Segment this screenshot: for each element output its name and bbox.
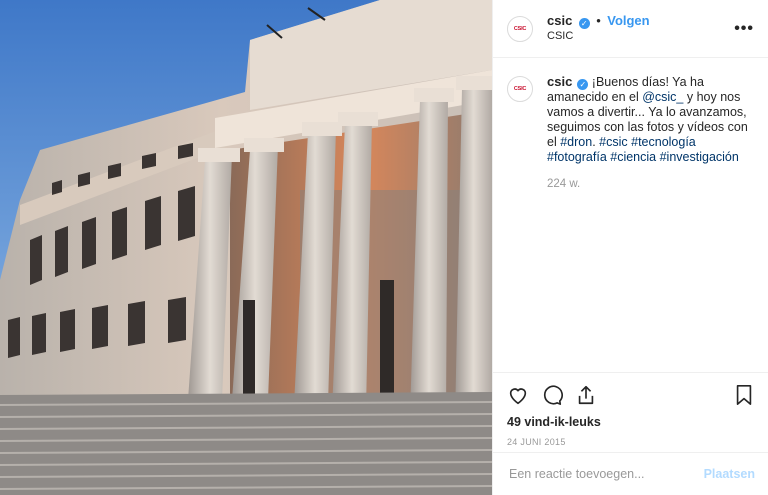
- building-photo: [0, 0, 492, 495]
- post-sidebar: CSIC csic ✓ • Volgen CSIC ••• CSIC csic ✓…: [492, 0, 768, 495]
- hashtag-link[interactable]: #investigación: [660, 150, 739, 164]
- avatar-logo: CSIC: [513, 86, 527, 92]
- hashtag-link[interactable]: #fotografía: [547, 150, 607, 164]
- heart-icon[interactable]: [507, 384, 529, 406]
- caption-part: .: [592, 135, 596, 149]
- add-comment-bar: Plaatsen: [493, 452, 768, 495]
- post-comment-button[interactable]: Plaatsen: [704, 467, 755, 481]
- share-icon[interactable]: [575, 384, 597, 406]
- post-header: CSIC csic ✓ • Volgen CSIC •••: [493, 0, 768, 58]
- verified-badge-icon: ✓: [578, 18, 590, 29]
- hashtag-link[interactable]: #tecnología: [631, 135, 696, 149]
- hashtag-link[interactable]: #ciencia: [610, 150, 656, 164]
- header-text: csic ✓ • Volgen CSIC: [547, 14, 734, 43]
- verified-badge-icon: ✓: [577, 79, 589, 90]
- separator-dot: •: [596, 13, 601, 28]
- comment-icon[interactable]: [541, 384, 563, 406]
- comment-input[interactable]: [507, 466, 704, 482]
- avatar-logo: CSIC: [513, 25, 527, 32]
- avatar[interactable]: CSIC: [507, 15, 533, 42]
- instagram-post-view: CSIC csic ✓ • Volgen CSIC ••• CSIC csic ✓…: [0, 0, 768, 495]
- mention-link[interactable]: @csic_: [642, 90, 683, 104]
- caption-comment: CSIC csic ✓ ¡Buenos días! Ya ha amanecido…: [493, 58, 768, 192]
- post-photo[interactable]: [0, 0, 492, 495]
- follow-button[interactable]: Volgen: [607, 13, 649, 28]
- avatar[interactable]: CSIC: [507, 76, 533, 102]
- bookmark-icon[interactable]: [733, 384, 755, 406]
- action-icons: [507, 381, 755, 409]
- location-link[interactable]: CSIC: [547, 29, 734, 43]
- post-date[interactable]: 24 JUNI 2015: [507, 437, 755, 447]
- hashtag-link[interactable]: #csic: [599, 135, 627, 149]
- caption-text: csic ✓ ¡Buenos días! Ya ha amanecido en e…: [547, 74, 754, 192]
- likes-count[interactable]: 49 vind-ik-leuks: [507, 415, 755, 429]
- hashtag-link[interactable]: #dron: [560, 135, 592, 149]
- username-link[interactable]: csic: [547, 13, 572, 28]
- more-options-icon[interactable]: •••: [734, 20, 754, 38]
- caption-username-link[interactable]: csic: [547, 74, 572, 89]
- post-age[interactable]: 224 w.: [547, 177, 754, 192]
- action-bar: 49 vind-ik-leuks 24 JUNI 2015: [493, 372, 768, 447]
